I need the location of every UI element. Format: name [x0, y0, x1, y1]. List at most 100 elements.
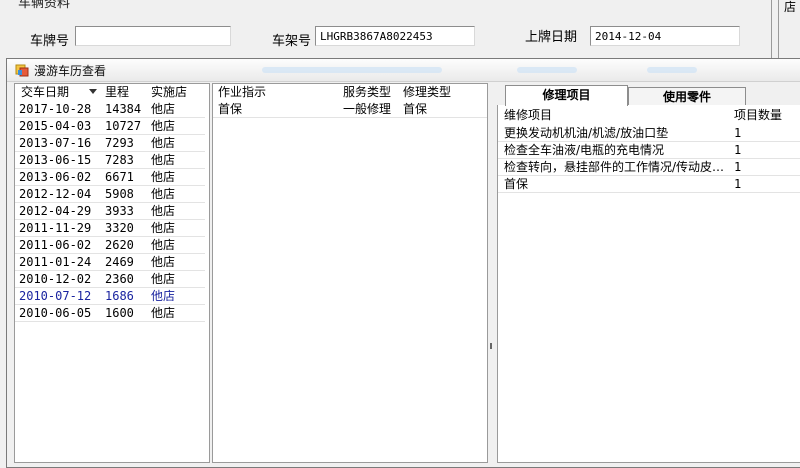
row-mileage: 3933 [105, 204, 134, 218]
vin-label: 车架号 [272, 34, 312, 49]
row-repair-type: 首保 [403, 102, 428, 116]
row-item-qty: 1 [734, 177, 742, 191]
row-mileage: 3320 [105, 221, 134, 235]
row-date: 2017-10-28 [19, 102, 92, 116]
table-row[interactable]: 2011-06-02 2620 他店 [15, 237, 205, 254]
row-repair-item: 首保 [504, 177, 529, 191]
tab-repair-items[interactable]: 修理项目 [505, 85, 628, 106]
dialog-titlebar[interactable]: 漫游车历查看 [7, 59, 800, 82]
row-mileage: 1686 [105, 289, 134, 303]
row-date: 2012-12-04 [19, 187, 92, 201]
table-row[interactable]: 2015-04-03 10727 他店 [15, 118, 205, 135]
row-shop: 他店 [151, 255, 176, 269]
work-instruction-list[interactable]: 作业指示 服务类型 修理类型 首保 一般修理 首保 [212, 83, 488, 463]
row-item-qty: 1 [734, 126, 742, 140]
row-shop: 他店 [151, 170, 176, 184]
row-shop: 他店 [151, 238, 176, 252]
row-repair-item: 检查转向，悬挂部件的工作情况/传动皮带... [504, 160, 726, 174]
row-mileage: 10727 [105, 119, 142, 133]
row-instruction: 首保 [218, 102, 243, 116]
table-row[interactable]: 2012-04-29 3933 他店 [15, 203, 205, 220]
splitter-handle[interactable] [490, 343, 492, 349]
panel-divider-2 [778, 0, 779, 60]
row-date: 2013-06-15 [19, 153, 92, 167]
corner-label: 店 [784, 0, 797, 14]
row-date: 2011-11-29 [19, 221, 92, 235]
dialog-title: 漫游车历查看 [34, 64, 107, 78]
row-mileage: 5908 [105, 187, 134, 201]
history-list[interactable]: 交车日期 里程 实施店 2017-10-28 14384 他店 2015-04-03 1… [14, 83, 210, 463]
table-row[interactable]: 2012-12-04 5908 他店 [15, 186, 205, 203]
row-mileage: 7283 [105, 153, 134, 167]
reg-date-input[interactable]: 2014-12-04 [590, 26, 740, 46]
row-shop: 他店 [151, 204, 176, 218]
panel-divider [771, 0, 772, 60]
repair-items-list[interactable]: 维修项目 项目数量 更换发动机机油/机滤/放油口垫 1 检查全车油液/电瓶的充电情况… [497, 105, 800, 463]
col-header-mileage[interactable]: 里程 [105, 84, 129, 101]
row-date: 2010-12-02 [19, 272, 92, 286]
row-mileage: 2469 [105, 255, 134, 269]
history-dialog: 漫游车历查看 交车日期 里程 实施店 2017-10-28 14384 他店 2015… [6, 58, 800, 468]
row-repair-item: 更换发动机机油/机滤/放油口垫 [504, 126, 669, 140]
col-header-shop[interactable]: 实施店 [151, 84, 187, 101]
col-header-repair-item[interactable]: 维修项目 [504, 107, 552, 124]
blurred-overlay-3 [647, 67, 697, 73]
row-shop: 他店 [151, 306, 176, 320]
vehicle-info-form: 车辆资料 车牌号 车架号 LHGRB3867A8022453 上牌日期 2014… [0, 0, 800, 60]
row-repair-item: 检查全车油液/电瓶的充电情况 [504, 143, 665, 157]
reg-date-label: 上牌日期 [525, 30, 578, 45]
row-date: 2011-01-24 [19, 255, 92, 269]
row-mileage: 6671 [105, 170, 134, 184]
col-header-item-qty[interactable]: 项目数量 [734, 107, 782, 124]
col-header-instruction[interactable]: 作业指示 [218, 84, 266, 101]
app-window-icon [15, 64, 29, 77]
table-row[interactable]: 2013-06-02 6671 他店 [15, 169, 205, 186]
row-shop: 他店 [151, 289, 176, 303]
row-date: 2010-06-05 [19, 306, 92, 320]
table-row[interactable]: 2010-07-12 1686 他店 [15, 288, 205, 305]
table-row[interactable]: 2013-07-16 7293 他店 [15, 135, 205, 152]
row-date: 2010-07-12 [19, 289, 92, 303]
table-row[interactable]: 2017-10-28 14384 他店 [15, 101, 205, 118]
table-row[interactable]: 2011-01-24 2469 他店 [15, 254, 205, 271]
row-date: 2011-06-02 [19, 238, 92, 252]
table-row[interactable]: 首保 1 [498, 176, 800, 193]
row-shop: 他店 [151, 102, 176, 116]
table-row[interactable]: 检查转向，悬挂部件的工作情况/传动皮带... 1 [498, 159, 800, 176]
vin-input[interactable]: LHGRB3867A8022453 [315, 26, 475, 46]
form-title: 车辆资料 [18, 0, 71, 11]
row-shop: 他店 [151, 119, 176, 133]
row-item-qty: 1 [734, 160, 742, 174]
row-shop: 他店 [151, 221, 176, 235]
row-mileage: 2360 [105, 272, 134, 286]
row-mileage: 1600 [105, 306, 134, 320]
plate-input[interactable] [75, 26, 231, 46]
col-header-repair-type[interactable]: 修理类型 [403, 84, 451, 101]
plate-label: 车牌号 [30, 34, 70, 49]
row-date: 2013-07-16 [19, 136, 92, 150]
row-shop: 他店 [151, 153, 176, 167]
tab-used-parts[interactable]: 使用零件 [628, 87, 746, 106]
table-row[interactable]: 2013-06-15 7283 他店 [15, 152, 205, 169]
row-date: 2013-06-02 [19, 170, 92, 184]
col-header-date[interactable]: 交车日期 [21, 84, 69, 101]
row-mileage: 7293 [105, 136, 134, 150]
table-row[interactable]: 2010-12-02 2360 他店 [15, 271, 205, 288]
row-item-qty: 1 [734, 143, 742, 157]
table-row[interactable]: 首保 一般修理 首保 [213, 101, 487, 118]
row-date: 2012-04-29 [19, 204, 92, 218]
table-row[interactable]: 2011-11-29 3320 他店 [15, 220, 205, 237]
blurred-overlay-2 [517, 67, 577, 73]
blurred-overlay [262, 67, 442, 73]
row-service-type: 一般修理 [343, 102, 392, 116]
table-row[interactable]: 检查全车油液/电瓶的充电情况 1 [498, 142, 800, 159]
row-shop: 他店 [151, 187, 176, 201]
sort-desc-icon[interactable] [89, 89, 97, 94]
col-header-service-type[interactable]: 服务类型 [343, 84, 391, 101]
table-row[interactable]: 2010-06-05 1600 他店 [15, 305, 205, 322]
row-mileage: 2620 [105, 238, 134, 252]
row-mileage: 14384 [105, 102, 142, 116]
row-date: 2015-04-03 [19, 119, 92, 133]
table-row[interactable]: 更换发动机机油/机滤/放油口垫 1 [498, 125, 800, 142]
row-shop: 他店 [151, 272, 176, 286]
